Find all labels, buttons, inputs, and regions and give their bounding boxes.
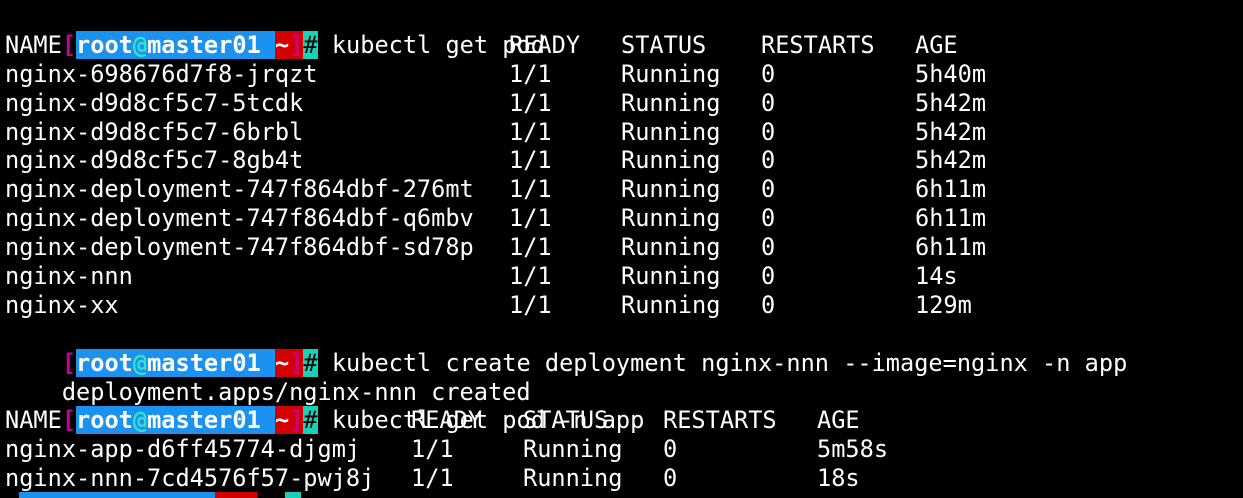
prompt-line: [root@master01 ~]# kubectl get pod [5, 2, 1241, 59]
next-prompt-partial [5, 492, 305, 498]
table-cell: nginx-deployment-747f864dbf-276mt [5, 175, 474, 204]
table-cell: 6h11m [915, 233, 987, 262]
cursor-block [285, 492, 301, 498]
table-cell: 0 [761, 290, 776, 319]
table-cell: nginx-698676d7f8-jrqzt [5, 59, 318, 88]
table-row: nginx-deployment-747f864dbf-q6mbv 1/1 Runn… [5, 204, 1241, 233]
table-cell: 1/1 [509, 117, 552, 146]
table-row: nginx-d9d8cf5c7-6brbl 1/1 Running 0 5h42m [5, 118, 1241, 147]
column-header: STATUS [621, 30, 707, 59]
table-cell: nginx-nnn [5, 262, 133, 291]
table-row: nginx-app-d6ff45774-djgmj 1/1 Running 0 5m58… [5, 435, 1241, 464]
table-cell: nginx-d9d8cf5c7-5tcdk [5, 88, 304, 117]
table-cell: 1/1 [509, 290, 552, 319]
table-cell: Running [621, 88, 721, 117]
table-cell: Running [621, 204, 721, 233]
pod-table-app-namespace: NAME READY STATUS RESTARTS AGE nginx-app-d6ff… [5, 406, 1241, 493]
pod-table: NAME READY STATUS RESTARTS AGE nginx-698676d7… [5, 31, 1241, 320]
table-cell: nginx-deployment-747f864dbf-q6mbv [5, 204, 474, 233]
column-header: AGE [817, 406, 860, 435]
table-row: nginx-xx 1/1 Running 0 129m [5, 291, 1241, 320]
table-cell: 0 [761, 175, 776, 204]
table-cell: 14s [915, 262, 958, 291]
table-cell: 1/1 [411, 464, 454, 493]
table-cell: 1/1 [411, 435, 454, 464]
table-cell: 1/1 [509, 262, 552, 291]
table-cell: 5h42m [915, 146, 987, 175]
table-cell: 6h11m [915, 204, 987, 233]
prompt-path-block [215, 492, 257, 498]
table-cell: 1/1 [509, 233, 552, 262]
table-cell: Running [621, 262, 721, 291]
prompt-line: [root@master01 ~]# kubectl create deploy… [5, 320, 1241, 377]
table-cell: 5h42m [915, 88, 987, 117]
prompt-line: [root@master01 ~]# kubectl get pod -n ap… [5, 378, 1241, 435]
table-cell: 0 [761, 117, 776, 146]
table-cell: 1/1 [509, 146, 552, 175]
table-cell: Running [621, 175, 721, 204]
table-cell: 18s [817, 464, 860, 493]
table-cell: 1/1 [509, 204, 552, 233]
table-row: nginx-698676d7f8-jrqzt 1/1 Running 0 5h40m [5, 60, 1241, 89]
table-cell: 0 [663, 464, 678, 493]
table-cell: 129m [915, 290, 972, 319]
column-header: READY [509, 30, 581, 59]
table-cell: 1/1 [509, 59, 552, 88]
table-cell: Running [621, 290, 721, 319]
table-cell: 6h11m [915, 175, 987, 204]
table-header-row: NAME READY STATUS RESTARTS AGE [5, 406, 1241, 435]
column-header: READY [411, 406, 483, 435]
table-header-row: NAME READY STATUS RESTARTS AGE [5, 31, 1241, 60]
table-cell: 0 [761, 59, 776, 88]
terminal-window[interactable]: [root@master01 ~]# kubectl get pod NAME R… [5, 2, 1241, 493]
table-cell: nginx-nnn-7cd4576f57-pwj8j [5, 464, 375, 493]
column-header: AGE [915, 30, 958, 59]
table-cell: Running [523, 464, 623, 493]
table-cell: 1/1 [509, 88, 552, 117]
column-header: RESTARTS [761, 30, 875, 59]
table-row: nginx-deployment-747f864dbf-276mt 1/1 Runn… [5, 175, 1241, 204]
table-row: nginx-d9d8cf5c7-8gb4t 1/1 Running 0 5h42m [5, 146, 1241, 175]
table-cell: 0 [761, 204, 776, 233]
table-cell: 0 [761, 262, 776, 291]
column-header: NAME [5, 30, 62, 59]
table-cell: 1/1 [509, 175, 552, 204]
table-row: nginx-d9d8cf5c7-5tcdk 1/1 Running 0 5h42m [5, 89, 1241, 118]
table-cell: nginx-app-d6ff45774-djgmj [5, 435, 361, 464]
table-cell: 0 [761, 88, 776, 117]
table-cell: Running [621, 146, 721, 175]
table-cell: 0 [761, 146, 776, 175]
table-cell: Running [621, 117, 721, 146]
table-cell: 5h40m [915, 59, 987, 88]
table-cell: 0 [761, 233, 776, 262]
table-cell: 0 [663, 435, 678, 464]
table-cell: nginx-xx [5, 290, 119, 319]
column-header: NAME [5, 406, 62, 435]
prompt-user-block [19, 492, 215, 498]
table-cell: Running [523, 435, 623, 464]
table-row: nginx-nnn 1/1 Running 0 14s [5, 262, 1241, 291]
table-cell: nginx-deployment-747f864dbf-sd78p [5, 233, 474, 262]
column-header: RESTARTS [663, 406, 777, 435]
table-cell: 5m58s [817, 435, 889, 464]
table-row: nginx-nnn-7cd4576f57-pwj8j 1/1 Running 0 18s [5, 464, 1241, 493]
command-output: deployment.apps/nginx-nnn created [5, 349, 1241, 406]
table-cell: Running [621, 59, 721, 88]
column-header: STATUS [523, 406, 609, 435]
table-cell: 5h42m [915, 117, 987, 146]
table-cell: nginx-d9d8cf5c7-8gb4t [5, 146, 304, 175]
table-cell: nginx-d9d8cf5c7-6brbl [5, 117, 304, 146]
table-row: nginx-deployment-747f864dbf-sd78p 1/1 Runn… [5, 233, 1241, 262]
table-cell: Running [621, 233, 721, 262]
